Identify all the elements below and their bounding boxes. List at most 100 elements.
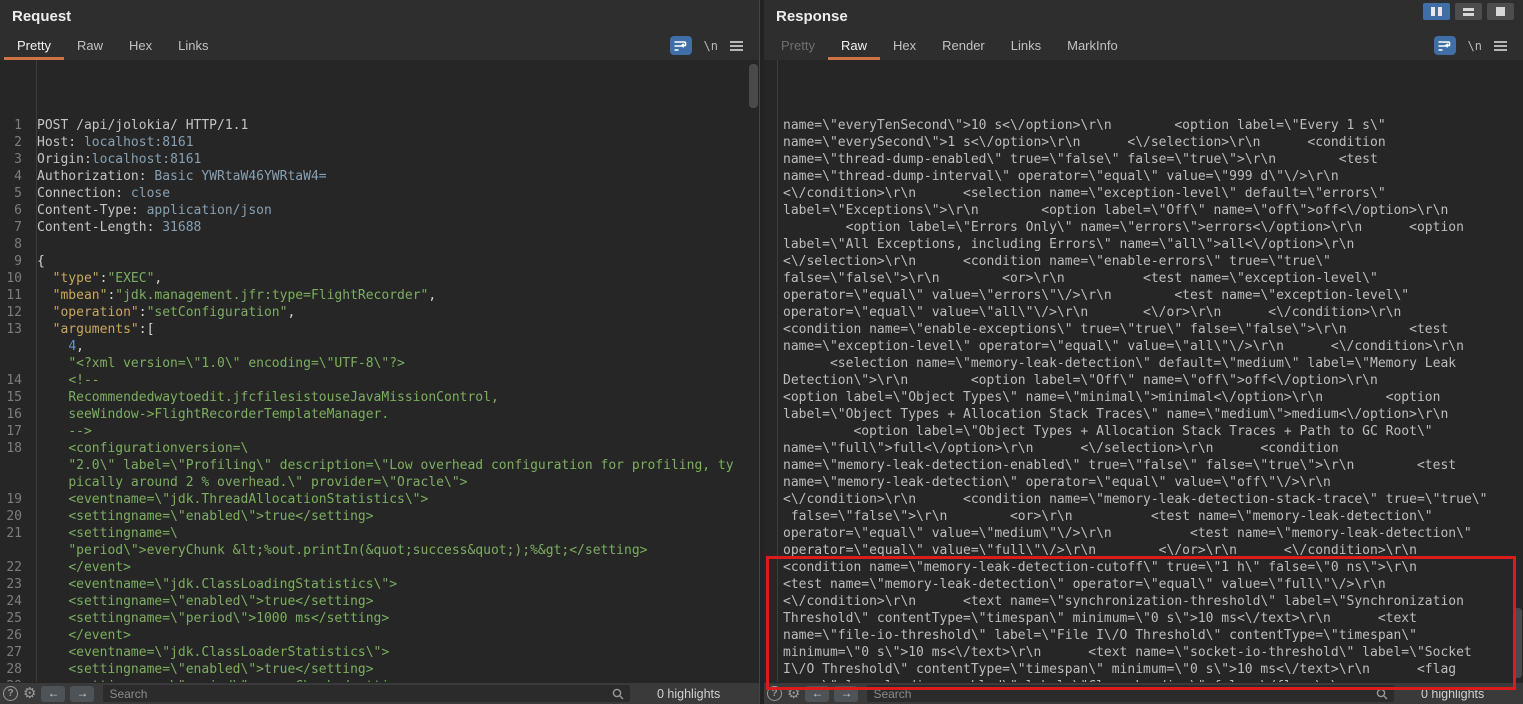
code-line: 6Content-Type: application/json (0, 202, 759, 219)
code-line: "<?xml version=\"1.0\" encoding=\"UTF-8\… (0, 355, 759, 372)
show-newlines-button[interactable]: \n (704, 39, 718, 53)
code-line: 14 <!-- (0, 372, 759, 389)
code-line: <\/condition>\r\n <text name=\"synchroni… (764, 593, 1523, 610)
code-line: minimum=\"0 s\">10 ms<\/text>\r\n <text … (764, 644, 1523, 661)
search-prev-button[interactable]: ← (805, 686, 829, 702)
tab-markinfo[interactable]: MarkInfo (1054, 32, 1131, 60)
tab-raw[interactable]: Raw (828, 32, 880, 60)
response-scrollbar-thumb[interactable] (1513, 608, 1522, 678)
request-panel: Request PrettyRawHexLinks \n 1POST /api/… (0, 0, 759, 704)
response-panel-title: Response (776, 8, 848, 25)
search-prev-button[interactable]: ← (41, 686, 65, 702)
request-scrollbar-thumb[interactable] (749, 64, 758, 108)
view-layout-buttons (1423, 3, 1514, 20)
editor-menu-button[interactable] (1494, 41, 1507, 51)
search-settings-gear-icon[interactable]: ⚙ (23, 686, 36, 701)
tab-pretty[interactable]: Pretty (4, 32, 64, 60)
response-search-field (867, 685, 1394, 702)
code-line: 20 <settingname=\"enabled\">true</settin… (0, 508, 759, 525)
search-input[interactable] (873, 687, 1376, 701)
highlights-count: 0 highlights (657, 687, 753, 701)
code-line: 4Authorization: Basic YWRtaW46YWRtaW4= (0, 168, 759, 185)
response-editor[interactable]: name=\"everyTenSecond\">10 s<\/option>\r… (764, 60, 1523, 682)
word-wrap-button[interactable] (670, 36, 692, 55)
request-search-field (103, 685, 630, 702)
layout-single-button[interactable] (1487, 3, 1514, 20)
tab-hex[interactable]: Hex (116, 32, 165, 60)
request-panel-title: Request (12, 8, 71, 25)
code-line: <selection name=\"memory-leak-detection\… (764, 355, 1523, 372)
search-settings-gear-icon[interactable]: ⚙ (787, 686, 800, 701)
code-line: name=\"everyTenSecond\">10 s<\/option>\r… (764, 117, 1523, 134)
code-line: <option label=\"Object Types\" name=\"mi… (764, 389, 1523, 406)
word-wrap-icon (1438, 40, 1451, 52)
code-line: name=\"memory-leak-detection-enabled\" t… (764, 457, 1523, 474)
code-line: name=\"exception-level\" operator=\"equa… (764, 338, 1523, 355)
code-line: 25 <settingname=\"period\">1000 ms</sett… (0, 610, 759, 627)
editor-menu-button[interactable] (730, 41, 743, 51)
code-line: <\/condition>\r\n <selection name=\"exce… (764, 185, 1523, 202)
request-editor[interactable]: 1POST /api/jolokia/ HTTP/1.12Host: local… (0, 60, 759, 682)
tab-pretty[interactable]: Pretty (768, 32, 828, 60)
code-line: name=\"file-io-threshold\" label=\"File … (764, 627, 1523, 644)
word-wrap-button[interactable] (1434, 36, 1456, 55)
tab-links[interactable]: Links (165, 32, 221, 60)
layout-side-by-side-button[interactable] (1423, 3, 1450, 20)
code-line: 7Content-Length: 31688 (0, 219, 759, 236)
code-line: 23 <eventname=\"jdk.ClassLoadingStatisti… (0, 576, 759, 593)
code-line: operator=\"equal\" value=\"all\"\/>\r\n … (764, 304, 1523, 321)
tab-links[interactable]: Links (998, 32, 1054, 60)
code-line: Detection\">\r\n <option label=\"Off\" n… (764, 372, 1523, 389)
code-line: 26 </event> (0, 627, 759, 644)
tab-hex[interactable]: Hex (880, 32, 929, 60)
word-wrap-icon (674, 40, 687, 52)
code-line: operator=\"equal\" value=\"medium\"\/>\r… (764, 525, 1523, 542)
code-line: 2Host: localhost:8161 (0, 134, 759, 151)
search-icon (612, 688, 624, 700)
code-line: <condition name=\"enable-exceptions\" tr… (764, 321, 1523, 338)
code-line: 21 <settingname=\ (0, 525, 759, 542)
code-line: label=\"Object Types + Allocation Stack … (764, 406, 1523, 423)
tab-raw[interactable]: Raw (64, 32, 116, 60)
response-editor-toolbar: \n (1434, 36, 1507, 55)
search-input[interactable] (109, 687, 612, 701)
code-line: <option label=\"Object Types + Allocatio… (764, 423, 1523, 440)
gutter-separator (777, 60, 778, 682)
code-line: 24 <settingname=\"enabled\">true</settin… (0, 593, 759, 610)
code-line: 27 <eventname=\"jdk.ClassLoaderStatistic… (0, 644, 759, 661)
code-line: <\/selection>\r\n <condition name=\"enab… (764, 253, 1523, 270)
code-line: 16 seeWindow->FlightRecorderTemplateMana… (0, 406, 759, 423)
search-next-button[interactable]: → (834, 686, 858, 702)
code-line: 10 "type":"EXEC", (0, 270, 759, 287)
code-line: operator=\"equal\" value=\"errors\"\/>\r… (764, 287, 1523, 304)
tab-render[interactable]: Render (929, 32, 998, 60)
response-panel-header: Response (764, 0, 1523, 32)
search-help-icon[interactable]: ? (767, 686, 782, 701)
show-newlines-button[interactable]: \n (1468, 39, 1482, 53)
request-panel-header: Request (0, 0, 759, 32)
search-icon (1376, 688, 1388, 700)
code-line: I\/O Threshold\" contentType=\"timespan\… (764, 661, 1523, 678)
code-line: <option label=\"Errors Only\" name=\"err… (764, 219, 1523, 236)
layout-stacked-button[interactable] (1455, 3, 1482, 20)
code-line: 5Connection: close (0, 185, 759, 202)
code-line: pically around 2 % overhead.\" provider=… (0, 474, 759, 491)
highlights-count: 0 highlights (1421, 687, 1517, 701)
search-help-icon[interactable]: ? (3, 686, 18, 701)
code-line: 28 <settingname=\"enabled\">true</settin… (0, 661, 759, 678)
code-line: 18 <configurationversion=\ (0, 440, 759, 457)
code-line: 4, (0, 338, 759, 355)
code-line: 13 "arguments":[ (0, 321, 759, 338)
code-line: 3Origin:localhost:8161 (0, 151, 759, 168)
burp-message-editor: Request PrettyRawHexLinks \n 1POST /api/… (0, 0, 1523, 704)
request-tabbar: PrettyRawHexLinks \n (0, 32, 759, 60)
code-line: false=\"false\">\r\n <or>\r\n <test name… (764, 508, 1523, 525)
response-code: name=\"everyTenSecond\">10 s<\/option>\r… (764, 111, 1523, 682)
search-next-button[interactable]: → (70, 686, 94, 702)
code-line: 15 Recommendedwaytoedit.jfcfilesistouseJ… (0, 389, 759, 406)
code-line: 1POST /api/jolokia/ HTTP/1.1 (0, 117, 759, 134)
code-line: label=\"All Exceptions, including Errors… (764, 236, 1523, 253)
code-line: name=\"thread-dump-enabled\" true=\"fals… (764, 151, 1523, 168)
code-line: <test name=\"memory-leak-detection\" ope… (764, 576, 1523, 593)
request-search-bar: ? ⚙ ← → 0 highlights (0, 682, 759, 704)
